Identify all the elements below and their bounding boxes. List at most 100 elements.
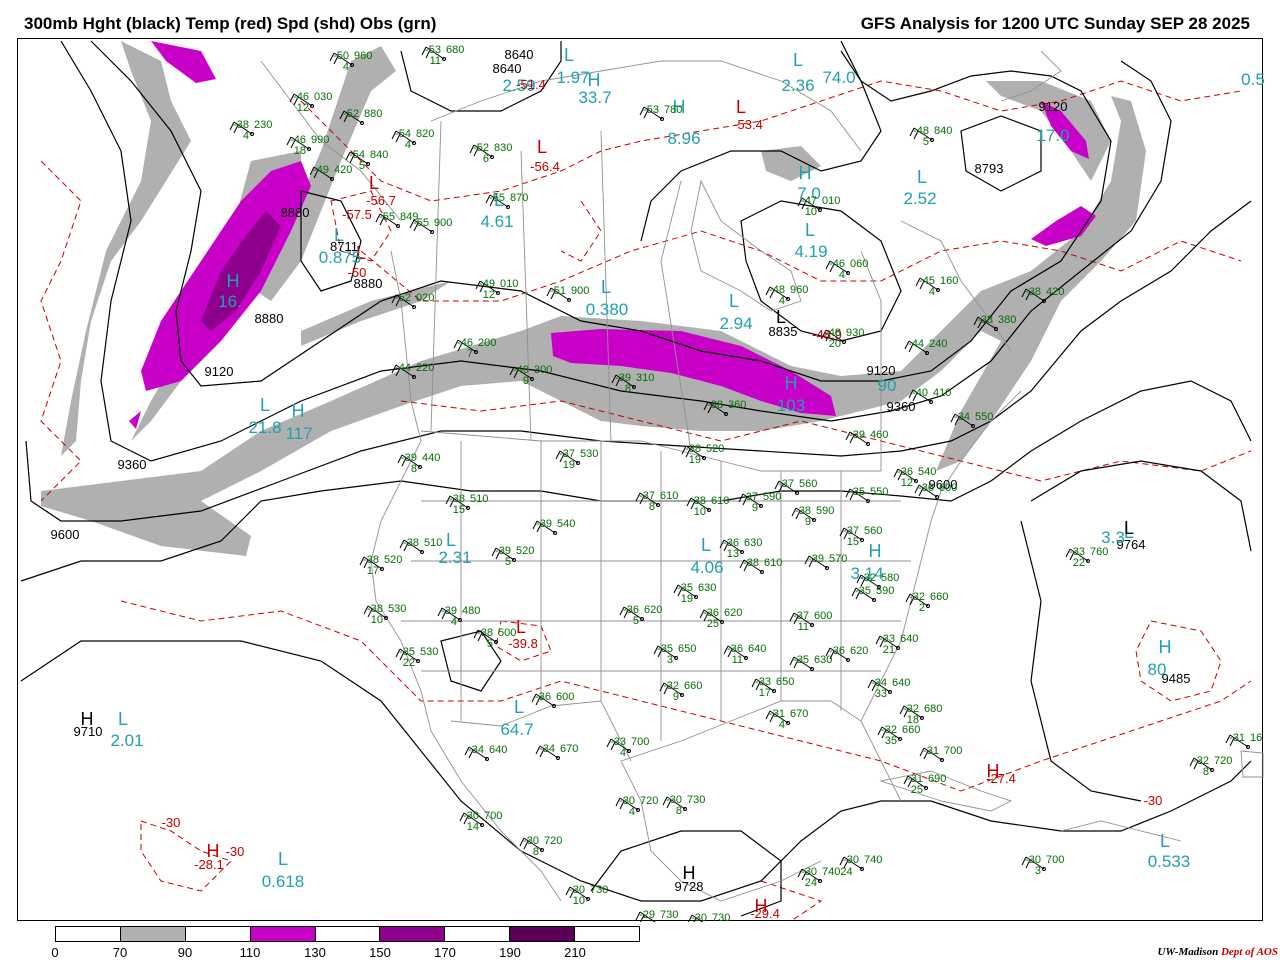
station-observation: -31 6704	[769, 708, 808, 731]
center-value-label: -27.4	[986, 771, 1016, 786]
station-observation: -33 76022	[1069, 546, 1108, 569]
height-label: 9360	[118, 457, 147, 472]
temp-contour	[120, 600, 1252, 792]
obs-temperature: -30	[691, 912, 707, 922]
obs-height: 550	[870, 486, 888, 498]
obs-dewpoint-depression: 11	[798, 621, 809, 633]
obs-height: 730	[660, 909, 678, 921]
station-observation: -30 7204	[619, 795, 658, 818]
obs-height: 590	[876, 585, 894, 597]
obs-dewpoint-depression: 5	[633, 615, 639, 627]
station-observation: -32 66035	[881, 724, 920, 747]
station-observation: -33 64021	[879, 633, 918, 656]
height-label: 9600	[51, 527, 80, 542]
obs-height: 690	[928, 773, 946, 785]
low-center-marker: L	[736, 97, 746, 117]
obs-temperature: -39	[536, 518, 552, 530]
obs-height: 580	[881, 572, 899, 584]
station-observation: -37 560	[778, 478, 817, 495]
low-center-marker: L	[278, 849, 288, 869]
center-value-label: 16.	[218, 292, 242, 311]
obs-temperature: -35	[849, 486, 865, 498]
obs-height: 740	[864, 854, 882, 866]
station-observation: -34 64033	[871, 677, 910, 700]
height-label: 9120	[1039, 99, 1068, 114]
obs-height: 700	[484, 810, 502, 822]
center-value-label: 17.0	[1036, 126, 1069, 145]
center-value-label: 90	[878, 376, 897, 395]
station-observation: -46 03012	[293, 91, 332, 114]
station-observation: -34 670	[539, 743, 578, 760]
obs-dewpoint-depression: 6	[483, 153, 489, 165]
obs-temperature: -49	[313, 164, 329, 176]
obs-height: 16	[1250, 732, 1262, 744]
legend-swatch	[380, 927, 446, 941]
obs-temperature: -38	[403, 537, 419, 549]
obs-height: 600	[939, 482, 957, 494]
center-value-label: 8.96	[667, 129, 700, 148]
obs-temperature: -34	[539, 743, 555, 755]
station-observation: -38 51015	[449, 493, 488, 516]
jet-band-gray	[61, 41, 191, 456]
obs-height: 610	[660, 490, 678, 502]
obs-dewpoint-depression: 25	[911, 784, 923, 796]
obs-temperature: -32	[860, 572, 876, 584]
us-canada-border	[420, 430, 881, 472]
obs-height: 930	[846, 327, 864, 339]
legend-tick-label: 150	[369, 945, 391, 960]
station-observation: -36 6205	[623, 604, 662, 627]
obs-dewpoint-depression: 25	[707, 618, 719, 630]
legend-tick-label: 110	[239, 945, 261, 960]
center-value-label: 117	[285, 424, 312, 443]
station-observation: -38 5909	[795, 505, 834, 528]
obs-height: 630	[814, 654, 832, 666]
obs-height: 420	[1046, 286, 1064, 298]
obs-height: 660	[902, 724, 920, 736]
obs-dewpoint-depression: 12	[297, 102, 309, 114]
station-observation: -35 53022	[399, 646, 438, 669]
center-value-label: 3.3	[1101, 528, 1125, 547]
center-value-label: 2.94	[719, 314, 752, 333]
obs-height: 610	[711, 495, 729, 507]
center-value-label: 1.97	[556, 68, 589, 87]
obs-height: 880	[364, 108, 382, 120]
obs-height: 160	[940, 275, 958, 287]
legend-swatch	[445, 927, 511, 941]
low-center-marker: L	[537, 137, 547, 157]
station-observation: -33 65017	[755, 676, 794, 699]
station-observation: -35 6503	[657, 643, 696, 666]
obs-height: 540	[557, 518, 575, 530]
obs-dewpoint-depression: 17	[367, 565, 379, 577]
obs-height: 570	[829, 553, 847, 565]
obs-dewpoint-depression: 7	[467, 348, 473, 360]
obs-height: 590	[816, 505, 834, 517]
low-center-marker: L	[1124, 518, 1134, 538]
obs-height: 600	[556, 691, 574, 703]
low-center-marker: L	[917, 167, 927, 187]
station-observation: -36 600	[535, 691, 574, 708]
speed-legend-bar	[55, 926, 640, 942]
obs-height: 870	[510, 192, 528, 204]
obs-height: 660	[684, 680, 702, 692]
obs-height: 030	[314, 91, 332, 103]
credit-org: UW-Madison	[1157, 946, 1219, 958]
obs-height: 530	[388, 603, 406, 615]
station-observation: -35 63019	[677, 582, 716, 605]
obs-height: 720	[544, 835, 562, 847]
obs-dewpoint-depression: 15	[847, 536, 859, 548]
obs-temperature: -30	[843, 854, 859, 866]
obs-dewpoint-depression: 10	[694, 506, 706, 518]
station-observation: -30 7402424	[801, 866, 853, 889]
center-value-label: 0.380	[586, 300, 629, 319]
station-observation: -38 53010	[367, 603, 406, 626]
obs-dewpoint-depression: 4	[779, 295, 785, 307]
station-observation: -32 6602	[909, 591, 948, 614]
legend-tick-label: 130	[304, 945, 326, 960]
obs-dewpoint-depression: 5	[923, 136, 929, 148]
height-label: 9120	[205, 364, 234, 379]
obs-height: 240	[929, 338, 947, 350]
obs-height: 670	[790, 708, 808, 720]
center-value-label: -30	[1144, 793, 1163, 808]
obs-height: 990	[311, 134, 329, 146]
center-value-label: 2.36	[781, 76, 814, 95]
